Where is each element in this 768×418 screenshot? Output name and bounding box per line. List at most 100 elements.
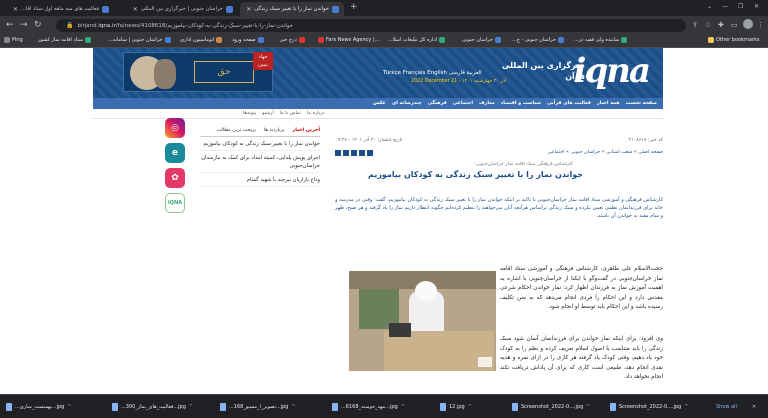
subnav-item[interactable]: پیوندها [243, 111, 256, 116]
sidebar-icon[interactable]: ▭ [731, 20, 738, 30]
subnav-item[interactable]: آرشیو [262, 111, 274, 116]
nav-item[interactable]: صفحه نخست [626, 101, 657, 106]
article-photo[interactable] [349, 271, 496, 371]
new-tab-button[interactable]: + [350, 2, 358, 12]
bookmark-label: اداره کل تبلیغات اسلا... [388, 37, 438, 43]
nav-item[interactable]: عکس [373, 101, 386, 106]
chevron-up-icon[interactable]: ^ [67, 404, 71, 410]
tab-search-icon[interactable]: ⌄ [707, 3, 712, 10]
tab-latest-news[interactable]: آخرین اخبار [293, 128, 321, 133]
subnav-item[interactable]: درباره ما [307, 111, 325, 116]
bookmark-item[interactable]: اتوماسیون اداری [180, 37, 223, 43]
extensions-icon[interactable]: ✚ [718, 20, 724, 30]
chevron-up-icon[interactable]: ^ [684, 404, 688, 410]
close-tab-icon[interactable]: ✕ [13, 6, 18, 13]
banner-calligraphy: حق [194, 61, 254, 83]
download-filename: Screenshot_2022-0....jpg [521, 404, 584, 410]
portrait-image [154, 59, 176, 89]
header-date: 2022 December 21 - ۱۴۰۱ آذر ۳۰ چهارشنبه [411, 79, 507, 84]
bookmark-label: نماینده ولی فقیه در... [574, 37, 620, 43]
nav-item[interactable]: فرهنگی [428, 101, 447, 106]
show-all-downloads-button[interactable]: Show all [716, 400, 737, 414]
chevron-up-icon[interactable]: ^ [189, 404, 193, 410]
aparat-icon[interactable]: ✿ [165, 168, 185, 188]
email-icon[interactable] [343, 150, 349, 156]
tab-title: خواندن نماز را با تغییر سبک زندگی [254, 6, 329, 12]
eitaa-icon[interactable]: e [165, 143, 185, 163]
bookmark-icon [557, 37, 564, 43]
print-icon[interactable] [335, 150, 341, 156]
reload-icon[interactable]: ↻ [34, 20, 42, 30]
profile-avatar[interactable] [743, 19, 753, 29]
save-icon[interactable] [351, 150, 357, 156]
bookmark-item[interactable]: خراسان جنوبی [462, 37, 501, 43]
web-page: iqna خبرگزاری بین المللی قرآن Türkçe Fra… [0, 48, 768, 394]
subnav-item[interactable]: تماس با ما [280, 111, 301, 116]
font-increase-icon[interactable] [367, 150, 373, 156]
close-tab-icon[interactable]: ✕ [246, 6, 251, 13]
bookmark-label: خراسان جنوبی [462, 37, 493, 43]
download-item[interactable]: ...تصویر_ا_مسیو_168...jpg ^ [220, 400, 296, 414]
breadcrumb[interactable]: صفحه اصلی » شعب استانی » خراسان جنوبی » … [548, 150, 663, 156]
sidebar-news-item[interactable]: خواندن نماز را با تغییر سبک زندگی به کود… [200, 137, 320, 151]
share-icon[interactable]: ⇪ [692, 20, 698, 30]
bookmark-label: خراسان جنوبی | سامانه... [108, 37, 163, 43]
sidebar-news-item[interactable]: اجرای پویش یلدایی، کمیته امداد برای کمک … [200, 151, 320, 173]
font-decrease-icon[interactable] [359, 150, 365, 156]
browser-tab-active[interactable]: خواندن نماز را با تغییر سبک زندگی ✕ [240, 2, 344, 16]
nav-item[interactable]: معارف [479, 101, 495, 106]
close-window-icon[interactable]: ✕ [754, 3, 759, 10]
watermark-logo [478, 357, 492, 367]
bookmark-label: Ping [12, 37, 23, 43]
tab-title: خراسان جنوبی | خبرگزاری بین المللی [140, 6, 223, 12]
minimize-icon[interactable]: — [722, 3, 728, 10]
bookmark-item[interactable]: ستاد اقامه نماز کشور [38, 37, 91, 43]
download-item[interactable]: ...بهمنست_ساری...jpg ^ [6, 400, 72, 414]
download-item[interactable]: ...فعالیت_های_نماز_300...jpg ^ [112, 400, 193, 414]
bookmark-item[interactable]: Fars News Agency |... [318, 37, 379, 43]
bookmark-item[interactable]: صفحه ورود [232, 37, 264, 43]
bookmark-item[interactable]: درج خبر [280, 37, 305, 43]
tab-most-viewed[interactable]: پربازدید ها [264, 128, 285, 133]
bookmark-star-icon[interactable]: ☆ [705, 20, 711, 30]
instagram-icon[interactable]: ◎ [165, 118, 185, 138]
address-bar[interactable]: 🔒 birjand. iqna.ir/fa/news/4108618/خواندن… [56, 19, 686, 32]
nav-item[interactable]: اجتماعی [453, 101, 473, 106]
sidebar-news-item[interactable]: وداع بازاریان بیرجند با شهید گمنام [200, 173, 320, 187]
maximize-icon[interactable]: ❐ [738, 3, 743, 10]
menu-icon[interactable]: ⋮ [757, 20, 764, 30]
other-bookmarks[interactable]: Other bookmarks [708, 37, 759, 43]
chevron-up-icon[interactable]: ^ [291, 404, 295, 410]
back-icon[interactable]: ← [6, 20, 14, 30]
close-tab-icon[interactable]: ✕ [133, 6, 138, 13]
url-path: /fa/news/4108618/خواندن-نماز-را-با-تغییر… [115, 22, 294, 29]
site-favicon-icon [332, 5, 339, 13]
download-item[interactable]: Screenshot_2022-0....jpg ^ [512, 400, 591, 414]
tab-strip: فعالیت های سه ماهه اول ستاد اقا... ✕ خرا… [0, 0, 768, 16]
close-downloads-icon[interactable]: ✕ [752, 400, 756, 414]
browser-tab[interactable]: فعالیت های سه ماهه اول ستاد اقا... ✕ [4, 2, 114, 16]
header-banner[interactable]: حق جهاد تبیین [123, 52, 273, 92]
forward-icon[interactable]: → [20, 20, 28, 30]
language-links[interactable]: Türkçe Français English العربية فارسی [383, 70, 482, 76]
file-icon [610, 403, 616, 411]
nav-item[interactable]: فعالیت های قرآنی [547, 101, 591, 106]
bookmark-item[interactable]: خراسان جنوبی - ج... [512, 37, 564, 43]
bookmark-item[interactable]: نماینده ولی فقیه در... [574, 37, 628, 43]
iqna-badge-icon[interactable]: IQNA [165, 193, 185, 213]
bookmark-item[interactable]: اداره کل تبلیغات اسلا... [388, 37, 446, 43]
nav-item[interactable]: همه اخبار [597, 101, 620, 106]
tab-most-discussed[interactable]: پربحث ترین مطالب [217, 128, 256, 133]
bookmark-item[interactable]: خراسان جنوبی | سامانه... [108, 37, 171, 43]
article-paragraph: حجت‌الاسلام علی طاهری، کارشناس فرهنگی و … [500, 266, 663, 311]
download-item[interactable]: 12.jpg ^ [440, 400, 472, 414]
chevron-up-icon[interactable]: ^ [468, 404, 472, 410]
chevron-up-icon[interactable]: ^ [586, 404, 590, 410]
chevron-up-icon[interactable]: ^ [401, 404, 405, 410]
download-item[interactable]: ...6مهد_خوسته_168...jpg ^ [332, 400, 405, 414]
nav-item[interactable]: سیاست و اقتصاد [501, 101, 541, 106]
bookmark-item[interactable]: Ping [4, 37, 23, 43]
nav-item[interactable]: چندرسانه ای [392, 101, 422, 106]
download-item[interactable]: Screenshot_2022-0....jpg ^ [610, 400, 689, 414]
browser-tab[interactable]: خراسان جنوبی | خبرگزاری بین المللی ✕ [116, 2, 238, 16]
